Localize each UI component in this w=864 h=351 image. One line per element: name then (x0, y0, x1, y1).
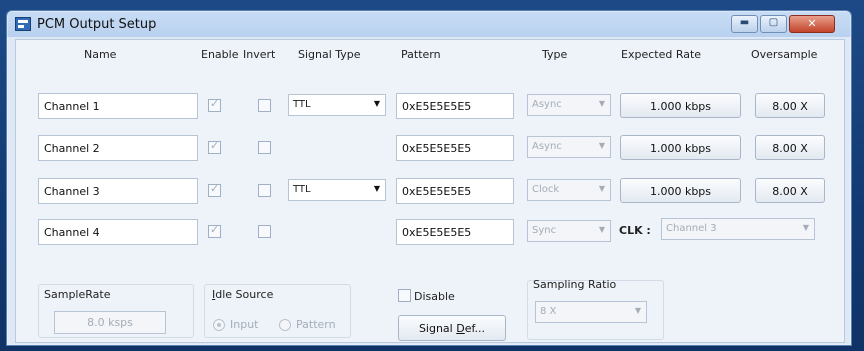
maximize-icon: ▢ (768, 17, 779, 28)
dialog-client-area: Name Enable Invert Signal Type Pattern T… (15, 39, 845, 343)
close-icon: ✕ (807, 17, 817, 30)
maximize-button[interactable]: ▢ (760, 15, 787, 33)
channel-1-type-select[interactable]: Async ▼ (527, 94, 611, 116)
channel-3-enable-checkbox[interactable] (208, 182, 221, 197)
channel-4-enable-checkbox[interactable] (208, 223, 221, 238)
channel-3-pattern-field[interactable]: 0xE5E5E5E5 (396, 178, 514, 204)
channel-4-clk-value: Channel 3 (666, 223, 717, 234)
samplerate-field[interactable]: 8.0 ksps (54, 311, 166, 334)
signal-def-label-rest: ef... (464, 322, 486, 335)
channel-1-signal-type-value: TTL (293, 99, 311, 110)
window-title: PCM Output Setup (37, 17, 157, 32)
channel-3-oversample-button[interactable]: 8.00 X (755, 178, 825, 203)
channel-1-pattern-field[interactable]: 0xE5E5E5E5 (396, 93, 514, 119)
header-expected-rate: Expected Rate (621, 48, 702, 61)
title-bar[interactable]: PCM Output Setup ▬ ▢ ✕ (7, 11, 851, 37)
header-type: Type (542, 48, 568, 61)
disable-label: Disable (414, 290, 455, 303)
channel-4-clk-select[interactable]: Channel 3 ▼ (661, 218, 815, 240)
sampling-ratio-select[interactable]: 8 X ▼ (535, 301, 647, 323)
header-name: Name (84, 48, 117, 61)
channel-3-expected-rate-button[interactable]: 1.000 kbps (620, 178, 741, 203)
channel-4-invert-checkbox[interactable] (258, 225, 271, 238)
header-invert: Invert (243, 48, 276, 61)
channel-1-invert-checkbox[interactable] (258, 99, 271, 112)
header-enable: Enable (201, 48, 239, 61)
app-icon (15, 17, 31, 31)
channel-2-expected-rate-button[interactable]: 1.000 kbps (620, 135, 741, 160)
chevron-down-icon: ▼ (598, 99, 605, 108)
channel-4-name-field[interactable]: Channel 4 (38, 219, 198, 245)
channel-3-type-value: Clock (532, 184, 560, 195)
idle-input-radio[interactable] (213, 319, 225, 331)
chevron-down-icon: ▼ (373, 99, 380, 108)
channel-2-type-select[interactable]: Async ▼ (527, 136, 611, 158)
channel-3-name-field[interactable]: Channel 3 (38, 178, 198, 204)
channel-1-enable-checkbox[interactable] (208, 97, 221, 112)
channel-4-type-value: Sync (532, 225, 557, 236)
disable-checkbox[interactable] (398, 289, 411, 302)
channel-2-name-field[interactable]: Channel 2 (38, 135, 198, 161)
idle-source-label: Idle Source (212, 288, 273, 301)
chevron-down-icon: ▼ (598, 225, 605, 234)
channel-2-invert-checkbox[interactable] (258, 141, 271, 154)
channel-2-enable-checkbox[interactable] (208, 139, 221, 154)
chevron-down-icon: ▼ (598, 184, 605, 193)
channel-1-expected-rate-button[interactable]: 1.000 kbps (620, 93, 741, 118)
sampling-ratio-label: Sampling Ratio (533, 278, 617, 291)
channel-3-invert-checkbox[interactable] (258, 184, 271, 197)
channel-4-pattern-field[interactable]: 0xE5E5E5E5 (396, 219, 514, 245)
channel-3-signal-type-select[interactable]: TTL ▼ (288, 179, 386, 201)
header-oversample: Oversample (751, 48, 818, 61)
minimize-button[interactable]: ▬ (731, 15, 758, 33)
signal-def-button[interactable]: Signal Def... (398, 315, 506, 341)
channel-1-oversample-button[interactable]: 8.00 X (755, 93, 825, 118)
chevron-down-icon: ▼ (802, 223, 809, 232)
channel-2-oversample-button[interactable]: 8.00 X (755, 135, 825, 160)
sampling-ratio-value: 8 X (540, 306, 557, 317)
channel-3-signal-type-value: TTL (293, 184, 311, 195)
header-pattern: Pattern (401, 48, 441, 61)
idle-pattern-label: Pattern (296, 318, 336, 331)
signal-def-mnemonic: D (456, 322, 465, 335)
channel-2-pattern-field[interactable]: 0xE5E5E5E5 (396, 135, 514, 161)
channel-3-type-select[interactable]: Clock ▼ (527, 179, 611, 201)
idle-pattern-radio[interactable] (279, 319, 291, 331)
minimize-icon: ▬ (739, 17, 750, 28)
close-button[interactable]: ✕ (789, 15, 835, 33)
samplerate-label: SampleRate (44, 288, 111, 301)
channel-1-type-value: Async (532, 99, 562, 110)
pcm-output-setup-window: PCM Output Setup ▬ ▢ ✕ Name Enable Inver… (6, 10, 852, 346)
idle-input-label: Input (230, 318, 259, 331)
chevron-down-icon: ▼ (373, 184, 380, 193)
chevron-down-icon: ▼ (598, 141, 605, 150)
idle-source-label-text: dle Source (215, 288, 274, 301)
channel-1-signal-type-select[interactable]: TTL ▼ (288, 94, 386, 116)
channel-1-name-field[interactable]: Channel 1 (38, 93, 198, 119)
header-signal-type: Signal Type (298, 48, 361, 61)
signal-def-label: Signal (418, 322, 457, 335)
chevron-down-icon: ▼ (634, 306, 641, 315)
channel-2-type-value: Async (532, 141, 562, 152)
channel-4-type-select[interactable]: Sync ▼ (527, 220, 611, 242)
clk-label: CLK : (619, 224, 651, 237)
